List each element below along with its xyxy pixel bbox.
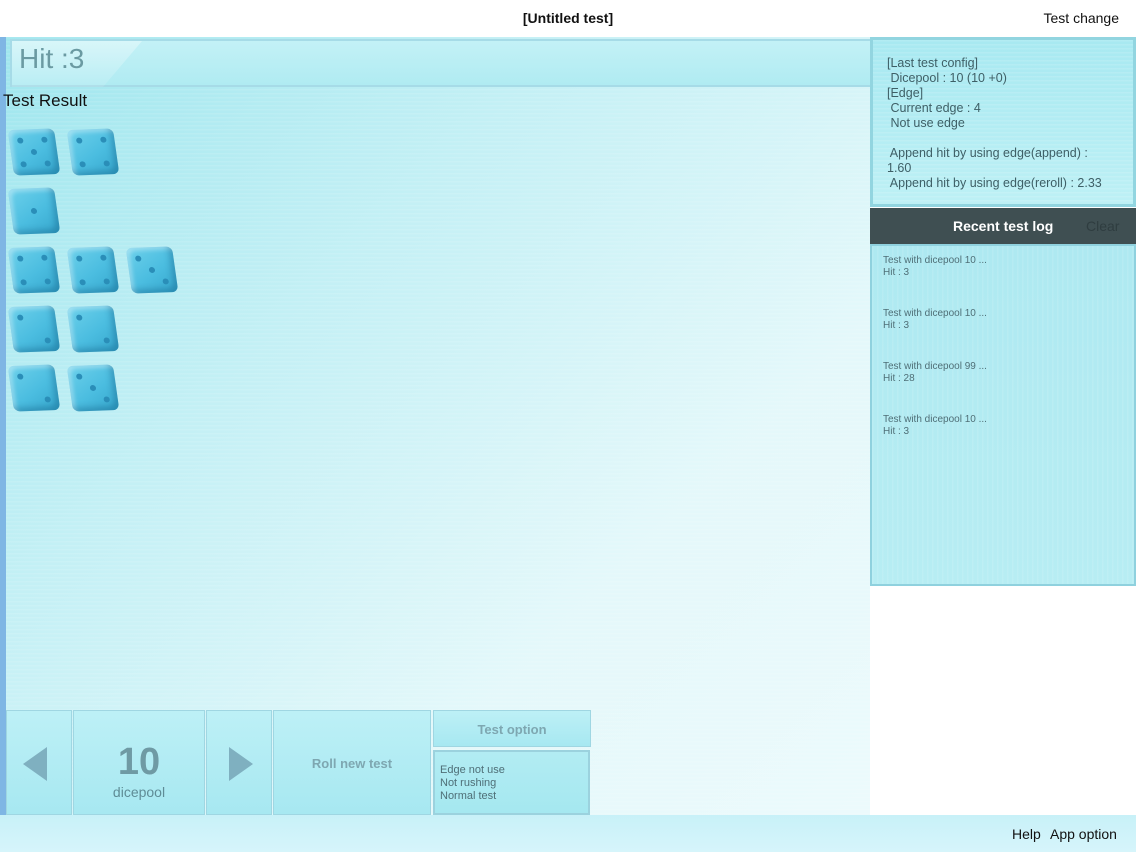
die-pip [103,337,111,344]
log-item-hit: Hit : 3 [883,267,910,278]
config-line: [Last test config] [887,56,979,70]
log-item-title: Test with dicepool 10 ... [883,414,987,425]
die-icon [125,246,179,294]
die-icon [7,187,61,235]
dicepool-display: 10 dicepool [73,710,205,815]
increase-dicepool-button[interactable] [206,710,272,815]
die-pip [79,161,87,168]
decrease-dicepool-button[interactable] [6,710,72,815]
die-icon [66,364,120,412]
die-pip [75,137,83,144]
die-pip [40,136,48,143]
hit-count-label: Hit :3 [19,43,85,74]
die-icon [7,305,61,353]
config-line: Append hit by using edge(append) : [887,146,1088,160]
log-item[interactable]: Test with dicepool 99 ... Hit : 28 [883,361,987,385]
roll-new-test-label: Roll new test [311,756,393,771]
die-pip [30,207,38,215]
test-change-button[interactable]: Test change [1044,10,1120,26]
die-icon [7,128,61,176]
test-option-summary[interactable]: Edge not use Not rushing Normal test [433,750,590,815]
help-button[interactable]: Help [1012,826,1041,842]
die-pip [99,254,107,261]
die-pip [30,148,38,156]
die-pip [75,255,83,262]
config-line [887,131,1133,146]
option-line: Edge not use [440,764,505,776]
bottom-toolbar: Help App option [0,815,1136,852]
config-line: 1.60 [887,161,912,175]
log-item-title: Test with dicepool 99 ... [883,361,987,372]
log-item[interactable]: Test with dicepool 10 ... Hit : 3 [883,308,987,332]
log-item-hit: Hit : 3 [883,320,910,331]
die-pip [40,254,48,261]
die-icon [7,246,61,294]
die-pip [148,266,156,274]
test-option-button[interactable]: Test option [433,710,591,747]
bottom-controls: 10 dicepool Roll new test Test option Ed… [6,710,596,815]
clear-log-button[interactable]: Clear [1086,218,1119,234]
die-pip [103,160,111,167]
option-line: Normal test [440,790,497,802]
die-pip [162,278,170,285]
config-line: Append hit by using edge(reroll) : 2.33 [887,176,1102,190]
die-pip [16,314,24,321]
die-pip [134,255,142,262]
log-item-hit: Hit : 28 [883,373,915,384]
option-line: Not rushing [440,777,497,789]
die-pip [44,337,52,344]
app-option-button[interactable]: App option [1050,826,1117,842]
die-pip [75,314,83,321]
page-title: [Untitled test] [522,10,614,26]
log-item-hit: Hit : 3 [883,426,910,437]
die-pip [75,373,83,380]
die-pip [44,396,52,403]
die-pip [20,279,28,286]
die-pip [89,384,97,392]
config-line: Dicepool : 10 (10 +0) [887,71,1007,85]
die-icon [66,246,120,294]
die-pip [16,137,24,144]
hit-bar: Hit :3 [10,39,872,87]
die-pip [79,279,87,286]
die-pip [103,278,111,285]
die-pip [20,161,28,168]
config-line: Not use edge [887,116,965,130]
dicepool-count: 10 [117,741,161,783]
die-pip [16,255,24,262]
recent-test-log-title: Recent test log [953,218,1054,234]
die-icon [7,364,61,412]
test-result-title: Test Result [3,91,88,110]
dicepool-label: dicepool [112,784,166,800]
die-pip [103,396,111,403]
config-line: Current edge : 4 [887,101,981,115]
right-arrow-icon [229,747,253,781]
test-result-panel: Hit :3 Test Result 10 dicepool Roll new … [0,37,872,815]
log-item-title: Test with dicepool 10 ... [883,255,987,266]
die-pip [44,160,52,167]
log-item[interactable]: Test with dicepool 10 ... Hit : 3 [883,414,987,438]
last-test-config-panel: [Last test config] Dicepool : 10 (10 +0)… [870,37,1136,207]
left-arrow-icon [23,747,47,781]
log-item[interactable]: Test with dicepool 10 ... Hit : 3 [883,255,987,279]
die-icon [66,305,120,353]
die-pip [16,373,24,380]
recent-test-log-header: Recent test log Clear [870,208,1136,244]
config-line: [Edge] [887,86,924,100]
die-icon [66,128,120,176]
recent-test-log-list: Test with dicepool 10 ... Hit : 3 Test w… [870,244,1136,586]
die-pip [99,136,107,143]
die-pip [44,278,52,285]
log-item-title: Test with dicepool 10 ... [883,308,987,319]
top-navigation-bar: [Untitled test] Test change [0,0,1136,37]
roll-new-test-button[interactable]: Roll new test [273,710,431,815]
